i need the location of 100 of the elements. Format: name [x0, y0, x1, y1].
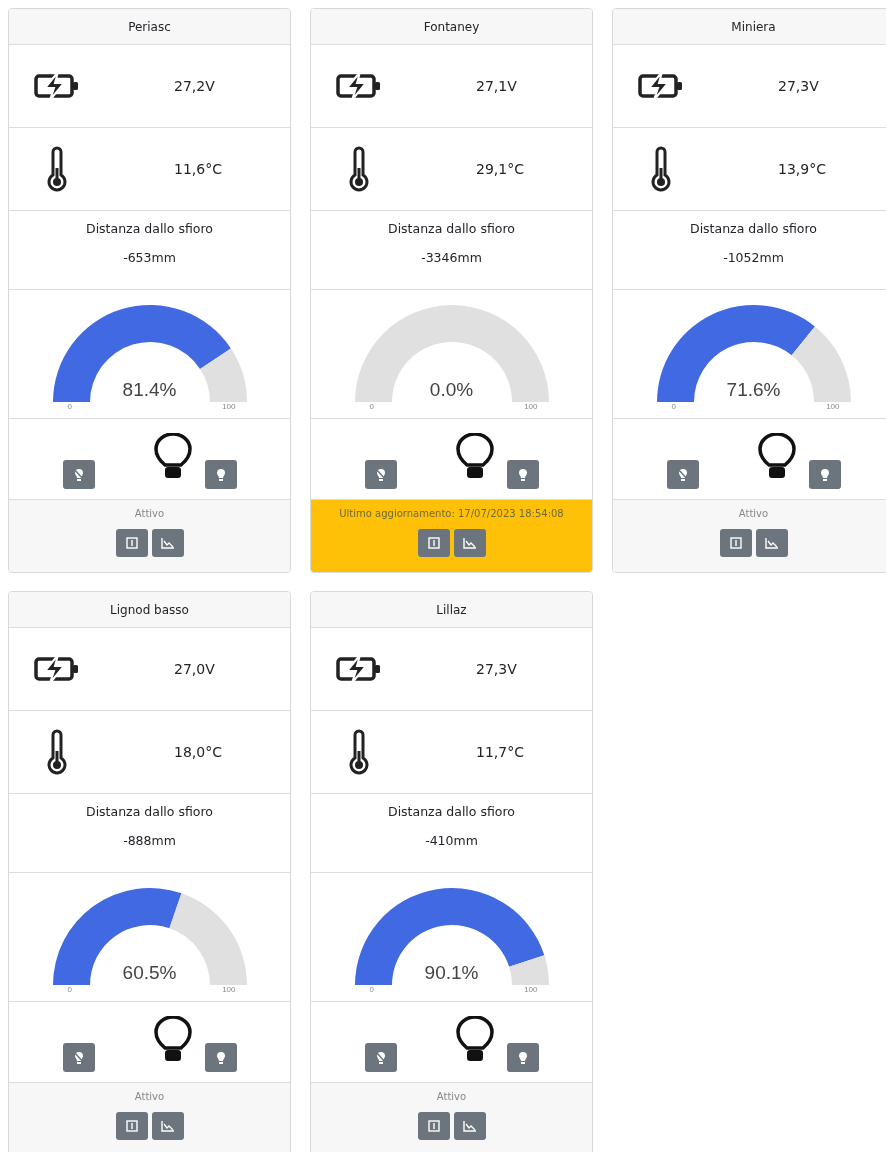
thermometer-icon	[649, 146, 672, 192]
distance-value: -1052mm	[723, 250, 784, 265]
lightbulb-icon	[152, 1016, 193, 1064]
info-button[interactable]	[417, 1112, 450, 1140]
voltage-value: 27,1V	[475, 78, 518, 94]
light-off-button[interactable]	[62, 460, 95, 489]
thermometer-icon	[347, 146, 370, 192]
chart-button[interactable]	[151, 529, 184, 557]
lightbulb-icon	[454, 433, 495, 481]
info-button[interactable]	[417, 529, 450, 557]
status-text: Attivo	[738, 508, 769, 519]
distance-label: Distanza dallo sfioro	[86, 221, 213, 236]
info-button[interactable]	[719, 529, 752, 557]
voltage-value: 27,2V	[173, 78, 216, 94]
gauge-reading: 71.6%	[726, 379, 781, 401]
info-button[interactable]	[115, 1112, 148, 1140]
chart-button[interactable]	[755, 529, 788, 557]
light-on-button[interactable]	[204, 1043, 237, 1072]
voltage-value: 27,3V	[777, 78, 820, 94]
distance-label: Distanza dallo sfioro	[690, 221, 817, 236]
chart-button[interactable]	[151, 1112, 184, 1140]
gauge-min-label: 0	[369, 985, 374, 994]
light-on-button[interactable]	[506, 1043, 539, 1072]
lightbulb-off-icon	[374, 1050, 387, 1065]
gauge-max-label: 100	[524, 402, 538, 411]
battery-charging-icon	[334, 654, 383, 684]
info-icon	[427, 537, 440, 549]
temperature-value: 11,6°C	[173, 161, 223, 177]
info-icon	[729, 537, 742, 549]
gauge-reading: 90.1%	[424, 962, 479, 984]
card-title: Lignod basso	[9, 592, 290, 628]
card-title: Miniera	[613, 9, 886, 45]
gauge-reading: 60.5%	[122, 962, 177, 984]
gauge-max-label: 100	[222, 985, 236, 994]
card-title: Lillaz	[311, 592, 592, 628]
card-title: Fontaney	[311, 9, 592, 45]
card-title: Periasc	[9, 9, 290, 45]
lightbulb-icon	[454, 1016, 495, 1064]
distance-label: Distanza dallo sfioro	[86, 804, 213, 819]
light-off-button[interactable]	[666, 460, 699, 489]
distance-value: -410mm	[425, 833, 478, 848]
lightbulb-off-icon	[72, 1050, 85, 1065]
gauge-reading: 81.4%	[122, 379, 177, 401]
line-chart-icon	[764, 537, 779, 549]
battery-charging-icon	[32, 654, 81, 684]
gauge-track	[199, 348, 247, 402]
light-off-button[interactable]	[62, 1043, 95, 1072]
gauge-reading: 0.0%	[429, 379, 474, 401]
lightbulb-off-icon	[676, 467, 689, 482]
voltage-value: 27,3V	[475, 661, 518, 677]
distance-value: -653mm	[123, 250, 176, 265]
light-off-button[interactable]	[364, 1043, 397, 1072]
lightbulb-icon	[152, 433, 193, 481]
status-text: Ultimo aggiornamento: 17/07/2023 18:54:08	[339, 508, 564, 519]
gauge-min-label: 0	[671, 402, 676, 411]
temperature-value: 11,7°C	[475, 744, 525, 760]
lightbulb-off-icon	[72, 467, 85, 482]
gauge-min-label: 0	[369, 402, 374, 411]
thermometer-icon	[45, 146, 68, 192]
gauge-min-label: 0	[67, 985, 72, 994]
gauge-max-label: 100	[222, 402, 236, 411]
info-icon	[125, 537, 138, 549]
distance-value: -3346mm	[421, 250, 482, 265]
line-chart-icon	[160, 537, 175, 549]
gauge-max-label: 100	[524, 985, 538, 994]
lightbulb-icon	[756, 433, 797, 481]
distance-label: Distanza dallo sfioro	[388, 804, 515, 819]
status-text: Attivo	[134, 508, 165, 519]
status-text: Attivo	[134, 1091, 165, 1102]
battery-charging-icon	[636, 71, 685, 101]
gauge-max-label: 100	[826, 402, 840, 411]
voltage-value: 27,0V	[173, 661, 216, 677]
lightbulb-icon	[818, 467, 831, 482]
thermometer-icon	[347, 729, 370, 775]
battery-charging-icon	[32, 71, 81, 101]
light-on-button[interactable]	[204, 460, 237, 489]
gauge-min-label: 0	[67, 402, 72, 411]
line-chart-icon	[462, 537, 477, 549]
lightbulb-icon	[516, 1050, 529, 1065]
line-chart-icon	[462, 1120, 477, 1132]
distance-label: Distanza dallo sfioro	[388, 221, 515, 236]
chart-button[interactable]	[453, 1112, 486, 1140]
light-on-button[interactable]	[808, 460, 841, 489]
temperature-value: 29,1°C	[475, 161, 525, 177]
lightbulb-off-icon	[374, 467, 387, 482]
status-text: Attivo	[436, 1091, 467, 1102]
temperature-value: 13,9°C	[777, 161, 827, 177]
light-off-button[interactable]	[364, 460, 397, 489]
line-chart-icon	[160, 1120, 175, 1132]
lightbulb-icon	[214, 467, 227, 482]
light-on-button[interactable]	[506, 460, 539, 489]
lightbulb-icon	[516, 467, 529, 482]
battery-charging-icon	[334, 71, 383, 101]
info-button[interactable]	[115, 529, 148, 557]
distance-value: -888mm	[123, 833, 176, 848]
temperature-value: 18,0°C	[173, 744, 223, 760]
lightbulb-icon	[214, 1050, 227, 1065]
chart-button[interactable]	[453, 529, 486, 557]
info-icon	[427, 1120, 440, 1132]
thermometer-icon	[45, 729, 68, 775]
